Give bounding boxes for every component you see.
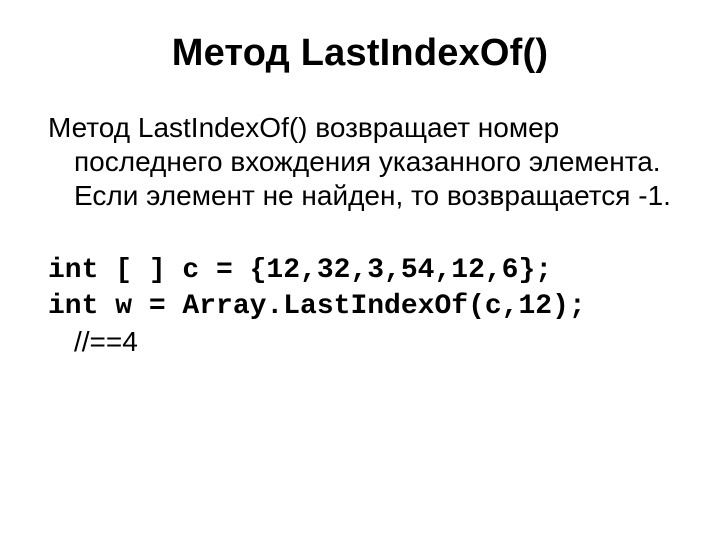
code-comment: //==4 — [48, 325, 672, 359]
code-line-2: int w = Array.LastIndexOf(c,12); — [48, 289, 672, 325]
description-paragraph: Метод LastIndexOf() возвращает номер пос… — [48, 111, 672, 213]
slide: Метод LastIndexOf() Метод LastIndexOf() … — [0, 0, 720, 540]
code-block: int [ ] c = {12,32,3,54,12,6}; int w = A… — [48, 253, 672, 359]
code-line-1: int [ ] c = {12,32,3,54,12,6}; — [48, 253, 672, 289]
slide-body: Метод LastIndexOf() возвращает номер пос… — [48, 111, 672, 359]
slide-title: Метод LastIndexOf() — [48, 32, 672, 75]
